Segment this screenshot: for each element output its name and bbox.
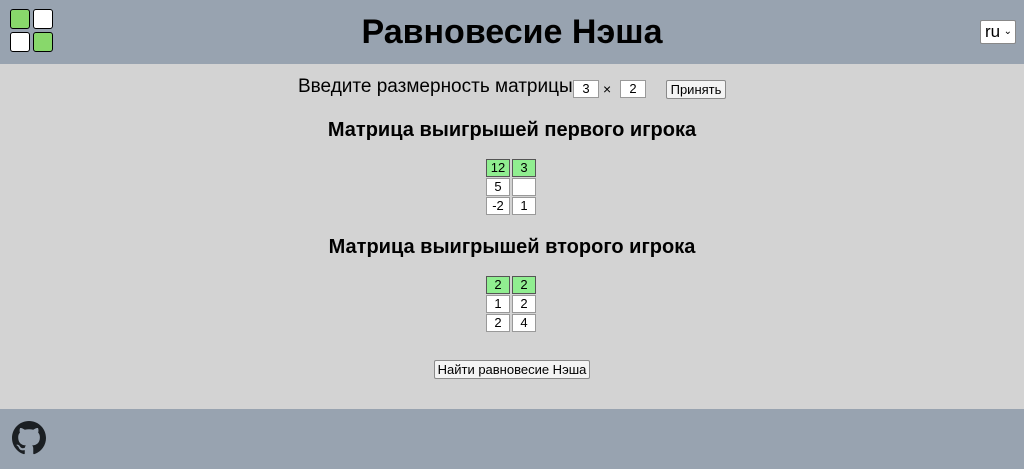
github-icon[interactable] — [12, 421, 46, 455]
find-nash-button[interactable]: Найти равновесие Нэша — [434, 360, 590, 379]
language-value: ru — [985, 22, 1001, 41]
matrix-row: 5 — [486, 178, 538, 196]
matrix-cell[interactable]: 2 — [512, 276, 536, 294]
matrix-cell[interactable]: 1 — [512, 197, 536, 215]
matrix-cell[interactable]: 5 — [486, 178, 510, 196]
matrix-cell[interactable]: 2 — [486, 276, 510, 294]
matrix-cell[interactable]: 4 — [512, 314, 536, 332]
matrix-row: -2 1 — [486, 197, 538, 215]
matrix-cell[interactable]: 12 — [486, 159, 510, 177]
matrix-row: 12 — [486, 295, 538, 313]
page-title: Равновесие Нэша — [361, 13, 663, 51]
matrix2: 221224 — [486, 276, 538, 333]
matrix-cell[interactable]: 2 — [486, 314, 510, 332]
footer — [0, 409, 1024, 469]
rows-input[interactable]: 3 — [573, 80, 599, 98]
matrix-cell[interactable]: 3 — [512, 159, 536, 177]
matrix-cell[interactable]: -2 — [486, 197, 510, 215]
times-sign: × — [603, 81, 612, 97]
header: Равновесие Нэша ru ⌄ — [0, 0, 1024, 64]
language-select[interactable]: ru ⌄ — [980, 20, 1016, 44]
matrix-row: 24 — [486, 314, 538, 332]
matrix1: 12 3 5 -2 1 — [486, 159, 538, 216]
matrix-row: 22 — [486, 276, 538, 294]
matrix-row: 12 3 — [486, 159, 538, 177]
dimension-label: Введите размерность матрицы: — [298, 76, 578, 97]
matrix-cell[interactable] — [512, 178, 536, 196]
chevron-down-icon: ⌄ — [1003, 26, 1012, 37]
matrix2-title: Матрица выигрышей второго игрока — [328, 236, 696, 258]
matrix1-title: Матрица выигрышей первого игрока — [327, 119, 697, 141]
cols-input[interactable]: 2 — [620, 80, 646, 98]
matrix-cell[interactable]: 2 — [512, 295, 536, 313]
matrix-cell[interactable]: 1 — [486, 295, 510, 313]
accept-button[interactable]: Принять — [666, 80, 726, 99]
